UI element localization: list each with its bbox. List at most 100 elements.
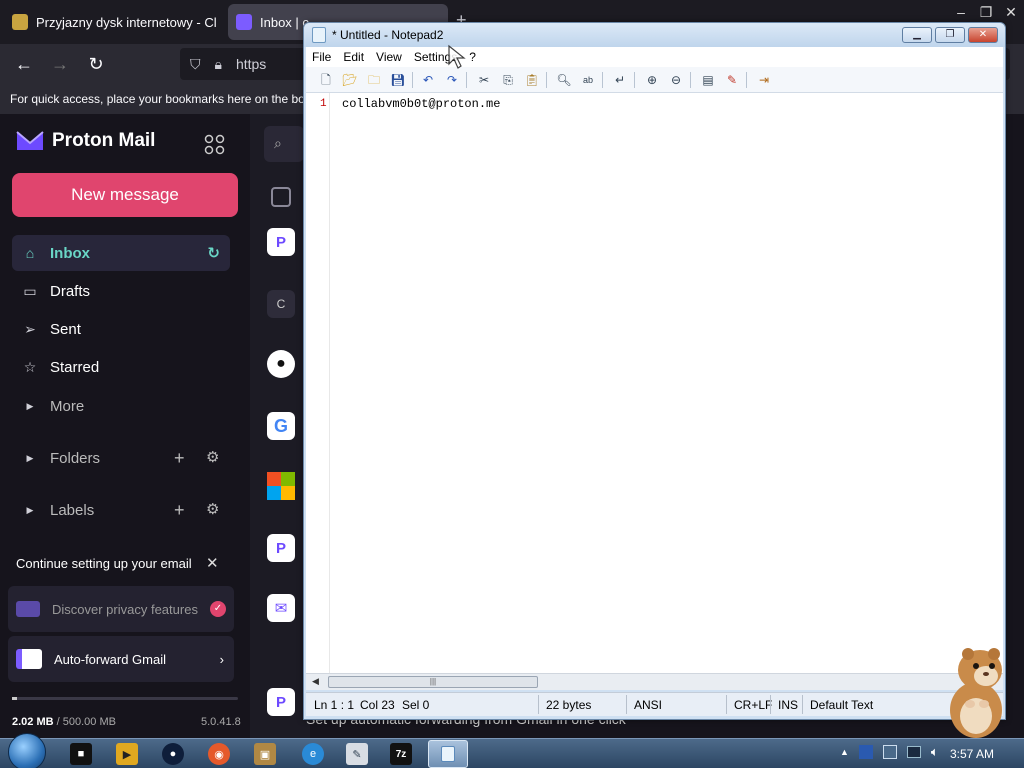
menu-file[interactable]: File	[306, 50, 337, 64]
sidebar-item-labels[interactable]: ▶ Labels	[12, 492, 230, 528]
hamster-mascot-image	[950, 648, 1002, 738]
back-arrow-icon[interactable]: ←	[12, 52, 36, 76]
notepad2-taskbar-button[interactable]	[428, 740, 468, 768]
editor-text[interactable]: collabvm0b0t@proton.me	[342, 97, 500, 111]
volume-icon[interactable]: 🔈︎	[931, 744, 939, 760]
checkmark-icon: ✓	[210, 601, 226, 617]
storage-usage: 2.02 MB / 500.00 MB	[12, 716, 116, 728]
firefox-taskbar-icon[interactable]: ◉	[208, 743, 230, 765]
add-folder-icon[interactable]: +	[174, 448, 185, 469]
status-selection: Sel 0	[402, 698, 430, 712]
menu-view[interactable]: View	[370, 50, 408, 64]
browser-tab-przyjazny-dysk[interactable]: Przyjazny dysk internetowy - Cl ✕	[4, 4, 222, 40]
storage-bar	[12, 697, 238, 700]
line-number: 1	[320, 98, 327, 110]
taskbar-clock[interactable]: 3:57 AM	[950, 747, 994, 761]
sidebar-item-drafts[interactable]: ▭ Drafts	[12, 273, 230, 309]
proton-logo[interactable]: Proton Mail	[16, 130, 155, 152]
setup-card-privacy[interactable]: Discover privacy features ✓	[8, 586, 234, 632]
menu-edit[interactable]: Edit	[337, 50, 370, 64]
lock-icon[interactable]: 🔒︎	[215, 56, 222, 73]
chevron-right-icon: ▶	[26, 400, 34, 411]
scroll-left-icon[interactable]: ◀	[312, 676, 319, 687]
refresh-icon[interactable]: ↻	[207, 244, 220, 262]
select-all-checkbox[interactable]	[271, 187, 291, 207]
reload-icon[interactable]: ↻	[84, 52, 108, 76]
status-column: Col 23	[360, 698, 395, 712]
sender-avatar-letter[interactable]: C	[267, 290, 295, 318]
app-version: 5.0.41.8	[201, 716, 241, 728]
horizontal-scrollbar[interactable]: ◀ |||	[306, 673, 1003, 690]
cut-icon[interactable]: ✂	[476, 72, 492, 88]
scheme-icon[interactable]: ▤	[700, 72, 716, 88]
customize-scheme-icon[interactable]: ✎	[724, 72, 740, 88]
zoom-in-icon[interactable]: ⊕	[644, 72, 660, 88]
microsoft-icon[interactable]	[267, 472, 295, 500]
browser-maximize-icon[interactable]: ❐	[975, 4, 997, 22]
sidebar-item-more[interactable]: ▶ More	[12, 388, 230, 424]
folder-settings-gear-icon[interactable]: ⚙	[206, 448, 219, 466]
internet-explorer-taskbar-icon[interactable]: e	[302, 743, 324, 765]
tray-app-icon[interactable]	[858, 745, 873, 759]
setup-card-gmail[interactable]: Auto-forward Gmail ›	[8, 636, 234, 682]
replace-icon[interactable]: ab	[580, 72, 596, 88]
sender-avatar-proton[interactable]: P	[267, 688, 295, 716]
media-player-taskbar-icon[interactable]: ▶	[116, 743, 138, 765]
notepad-taskbar-icon[interactable]: ✎	[346, 743, 368, 765]
taskbar: ■ ▶ ● ◉ ▣ e ✎ 7z ▲ 🔈︎ 3:57 AM	[0, 733, 1024, 768]
new-file-icon[interactable]: 🗋	[318, 72, 334, 88]
undo-icon[interactable]: ↶	[420, 72, 436, 88]
close-button[interactable]: ✕	[968, 27, 998, 43]
copy-icon[interactable]: ⎘	[500, 72, 516, 88]
proton-mail-icon[interactable]: ✉	[267, 594, 295, 622]
close-icon[interactable]: ✕	[206, 554, 219, 572]
notepad-title-bar[interactable]: * Untitled - Notepad2 ▁ ❐ ✕	[304, 23, 1005, 47]
redo-icon[interactable]: ↷	[444, 72, 460, 88]
show-hidden-icons-icon[interactable]: ▲	[840, 747, 849, 757]
notepad-app-icon[interactable]	[312, 27, 326, 43]
window-title: * Untitled - Notepad2	[332, 28, 444, 42]
sidebar-item-starred[interactable]: ☆ Starred	[12, 349, 230, 385]
forward-arrow-icon[interactable]: →	[48, 52, 72, 76]
google-icon[interactable]: G	[267, 412, 295, 440]
restore-button[interactable]: ❐	[935, 27, 965, 43]
search-input[interactable]: ⌕	[264, 126, 304, 162]
start-button[interactable]	[8, 733, 46, 768]
minimize-button[interactable]: ▁	[902, 27, 932, 43]
find-icon[interactable]: 🔍︎	[556, 72, 572, 88]
action-center-icon[interactable]	[882, 745, 897, 759]
apps-grid-icon[interactable]	[204, 134, 226, 156]
7zip-taskbar-icon[interactable]: 7z	[390, 743, 412, 765]
drafts-icon: ▭	[23, 282, 37, 299]
status-size: 22 bytes	[546, 698, 592, 712]
sidebar-item-folders[interactable]: ▶ Folders	[12, 440, 230, 476]
new-message-button[interactable]: New message	[12, 173, 238, 217]
paste-icon[interactable]: 📋︎	[524, 72, 540, 88]
terminal-taskbar-icon[interactable]: ■	[70, 743, 92, 765]
label-settings-gear-icon[interactable]: ⚙	[206, 500, 219, 518]
sender-avatar-proton[interactable]: P	[267, 534, 295, 562]
shield-icon[interactable]: ⛉	[190, 56, 201, 73]
sidebar-item-label: Labels	[50, 501, 95, 519]
sidebar-item-sent[interactable]: ➢ Sent	[12, 311, 230, 347]
add-label-icon[interactable]: +	[174, 500, 185, 521]
github-icon[interactable]: ●	[267, 350, 295, 378]
network-icon[interactable]	[906, 746, 921, 758]
sender-avatar-proton[interactable]: P	[267, 228, 295, 256]
sidebar-item-inbox[interactable]: ⌂ Inbox ↻	[12, 235, 230, 271]
open-folder-icon[interactable]: 📂︎	[342, 72, 358, 88]
zoom-out-icon[interactable]: ⊖	[668, 72, 684, 88]
scrollbar-thumb[interactable]: |||	[328, 676, 538, 688]
browser-close-icon[interactable]: ✕	[1000, 4, 1022, 22]
app-taskbar-icon[interactable]: ●	[162, 743, 184, 765]
browser-minimize-icon[interactable]: –	[950, 4, 972, 22]
archive-taskbar-icon[interactable]: ▣	[254, 743, 276, 765]
save-icon[interactable]: 💾︎	[390, 72, 406, 88]
sidebar-item-label: Folders	[50, 449, 101, 467]
exit-icon[interactable]: ⇥	[756, 72, 772, 88]
proton-mail-icon	[16, 131, 44, 150]
sidebar-item-label: More	[50, 397, 85, 415]
word-wrap-icon[interactable]: ↵	[612, 72, 628, 88]
browse-icon[interactable]: 🗀	[366, 72, 382, 88]
editor-area[interactable]: 1 collabvm0b0t@proton.me	[306, 93, 1003, 673]
